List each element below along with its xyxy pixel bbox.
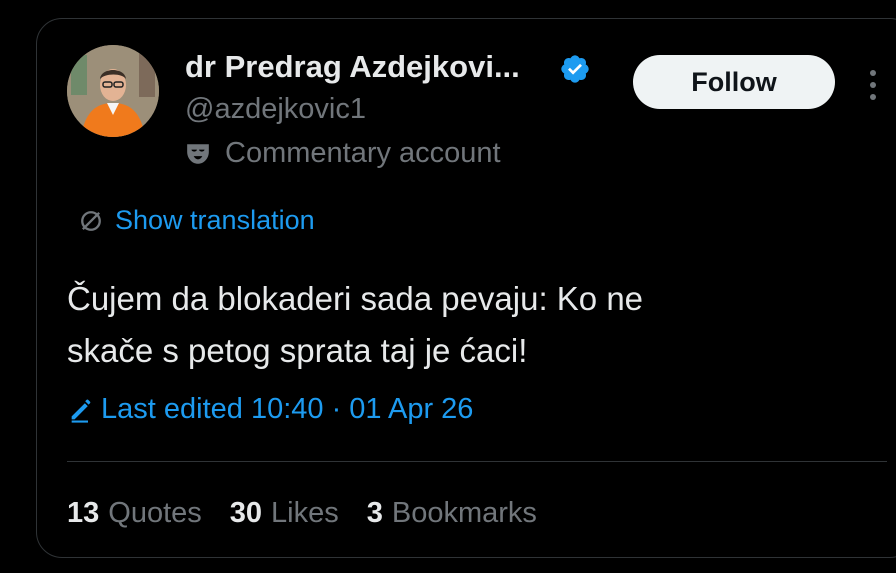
author-handle[interactable]: @azdejkovic1 — [185, 93, 366, 126]
more-options-icon[interactable] — [869, 69, 877, 101]
show-translation-link[interactable]: Show translation — [77, 205, 315, 236]
commentary-mask-icon — [187, 143, 209, 164]
quotes-label: Quotes — [108, 497, 202, 529]
quotes-stat[interactable]: 13 Quotes — [67, 497, 202, 530]
pencil-icon — [71, 399, 91, 423]
tweet-text: Čujem da blokaderi sada pevaju: Ko ne sk… — [67, 280, 644, 369]
quotes-count: 13 — [67, 497, 100, 529]
divider — [67, 461, 887, 462]
follow-button[interactable]: Follow — [633, 55, 835, 109]
last-edited-link[interactable]: Last edited 10:40 · 01 Apr 26 — [67, 393, 473, 426]
avatar-image — [67, 45, 159, 137]
verified-badge-icon — [561, 55, 589, 83]
account-label-text: Commentary account — [225, 137, 501, 169]
tweet-card: dr Predrag Azdejkovi... @azdejkovic1 Com… — [36, 18, 896, 558]
engagement-stats: 13 Quotes 30 Likes 3 Bookmarks — [67, 497, 565, 530]
likes-count: 30 — [229, 497, 263, 529]
bookmarks-label: Bookmarks — [391, 497, 537, 529]
account-label: Commentary account — [185, 137, 501, 170]
author-display-name[interactable]: dr Predrag Azdejkovi... — [185, 49, 520, 85]
last-edited-label[interactable]: Last edited 10:40 · 01 Apr 26 — [101, 393, 473, 426]
bookmarks-stat[interactable]: 3 Bookmarks — [367, 497, 537, 530]
likes-stat[interactable]: 30 Likes — [230, 497, 339, 530]
show-translation-label[interactable]: Show translation — [115, 205, 315, 236]
avatar[interactable] — [67, 45, 159, 137]
bookmarks-count: 3 — [366, 497, 383, 529]
translate-icon — [81, 210, 101, 231]
likes-label: Likes — [271, 497, 339, 529]
